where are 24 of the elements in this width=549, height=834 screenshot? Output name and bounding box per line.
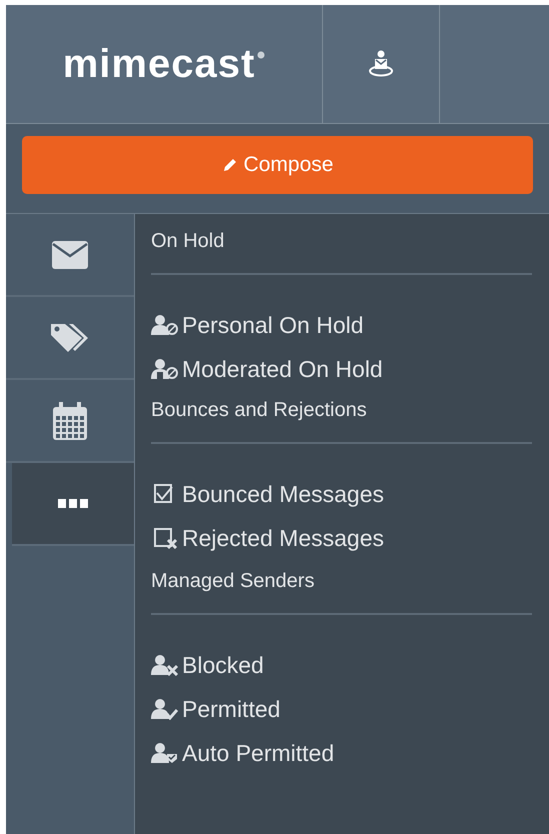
pencil-icon [222,157,238,173]
user-shield-icon [151,742,179,764]
section-heading: Managed Senders [151,569,316,594]
menu-item[interactable]: Rejected Messages [151,516,532,560]
envelope-icon [52,240,88,268]
menu-item[interactable]: Auto Permitted [151,731,532,775]
calendar-icon [53,402,87,440]
user-target-icon[interactable] [368,50,394,78]
menu-item[interactable]: Bounced Messages [151,472,532,516]
menu-item[interactable]: Permitted [151,687,532,731]
section-heading: On Hold [151,229,226,254]
menu-item[interactable]: Personal On Hold [151,303,532,347]
menu-item[interactable]: Blocked [151,643,532,687]
menu-item[interactable]: Moderated On Hold [151,347,532,391]
logo[interactable]: mimecast [62,44,256,84]
nav-tab[interactable] [12,463,134,546]
users-block-icon [151,358,179,380]
more-icon [58,499,88,508]
user-x-icon [151,654,179,676]
rejected-mail-icon [151,527,179,549]
section-heading: Bounces and Rejections [151,398,368,423]
tags-icon [51,322,89,354]
user-check-icon [151,698,179,720]
user-block-icon [151,314,179,336]
